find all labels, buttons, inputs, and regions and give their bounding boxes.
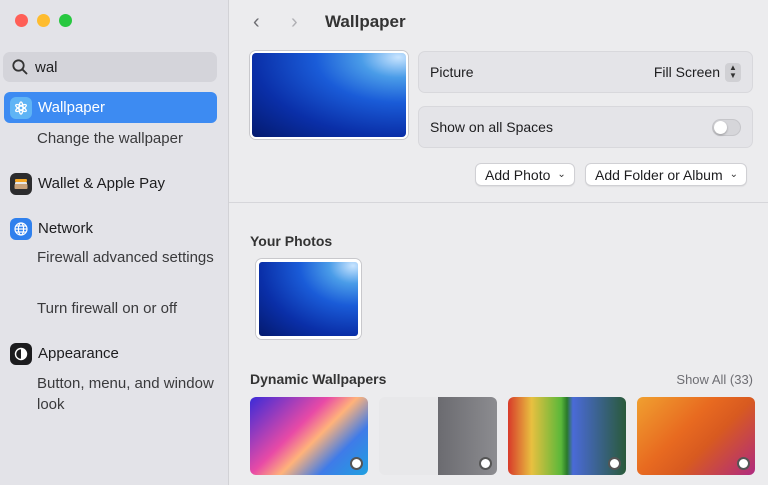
sidebar-subitem-change-wallpaper[interactable]: Change the wallpaper (37, 128, 217, 149)
dynamic-wallpaper-thumb[interactable] (508, 397, 626, 475)
photo-thumbnail[interactable] (256, 259, 361, 339)
sidebar-subitem-firewall-advanced[interactable]: Firewall advanced settings (37, 247, 217, 268)
back-button[interactable]: ‹ (253, 11, 260, 34)
forward-button[interactable]: › (291, 11, 298, 34)
add-folder-label: Add Folder or Album (595, 166, 723, 183)
sidebar-item-label: Appearance (38, 345, 119, 362)
spaces-setting-row: Show on all Spaces (418, 106, 753, 148)
main-content: ‹ › Wallpaper Picture Fill Screen ▲ ▼ Sho… (229, 0, 768, 485)
sidebar-subitem-button-menu-look[interactable]: Button, menu, and window look (37, 373, 217, 415)
page-title: Wallpaper (325, 12, 406, 31)
up-down-chevron-icon: ▲ ▼ (725, 62, 741, 82)
picture-label: Picture (430, 64, 474, 80)
sidebar-item-label: Wallet & Apple Pay (38, 175, 166, 192)
sidebar-item-network[interactable]: Network (4, 213, 217, 244)
minimize-window-button[interactable] (37, 14, 50, 27)
dynamic-wallpaper-thumb[interactable] (637, 397, 755, 475)
zoom-window-button[interactable] (59, 14, 72, 27)
dynamic-wallpaper-thumb[interactable] (250, 397, 368, 475)
wallpaper-image (252, 53, 406, 137)
appearance-icon (10, 342, 32, 365)
chevron-down-icon: ⌄ (557, 169, 566, 180)
dynamic-badge-icon (608, 457, 621, 470)
sidebar-item-wallet[interactable]: Wallet & Apple Pay (4, 168, 217, 199)
your-photos-title: Your Photos (250, 233, 333, 249)
sidebar-item-appearance[interactable]: Appearance (4, 338, 217, 369)
dynamic-badge-icon (479, 457, 492, 470)
sidebar-item-wallpaper[interactable]: Wallpaper (4, 92, 217, 123)
sidebar-subitem-firewall-toggle[interactable]: Turn firewall on or off (37, 298, 217, 319)
current-wallpaper-preview (250, 51, 408, 139)
toolbar: ‹ › Wallpaper (229, 0, 768, 44)
close-window-button[interactable] (15, 14, 28, 27)
add-photo-label: Add Photo (485, 166, 551, 183)
picture-fit-value: Fill Screen (653, 64, 720, 80)
sidebar-item-label: Network (38, 220, 94, 237)
show-on-all-spaces-toggle[interactable] (712, 118, 741, 136)
spaces-label: Show on all Spaces (430, 119, 553, 135)
wallpaper-icon (10, 96, 32, 119)
add-folder-button[interactable]: Add Folder or Album ⌄ (585, 163, 748, 186)
wallet-icon (10, 172, 32, 195)
dynamic-wallpapers-title: Dynamic Wallpapers (250, 371, 387, 387)
section-divider (229, 202, 768, 203)
search-field[interactable]: × (3, 52, 240, 82)
chevron-down-icon: ⌄ (729, 169, 739, 180)
search-icon (11, 58, 29, 76)
dynamic-wallpaper-thumb[interactable] (379, 397, 497, 475)
search-input[interactable] (35, 58, 234, 76)
picture-setting-row: Picture Fill Screen ▲ ▼ (418, 51, 753, 93)
window-controls (15, 14, 72, 27)
dynamic-badge-icon (737, 457, 750, 470)
dynamic-badge-icon (350, 457, 363, 470)
show-all-link[interactable]: Show All (33) (676, 372, 753, 387)
sidebar: × Wallpaper Change the wallpaper Wallet … (0, 0, 240, 485)
network-globe-icon (10, 217, 32, 240)
add-photo-button[interactable]: Add Photo ⌄ (475, 163, 575, 186)
toggle-knob (714, 120, 727, 134)
photo-image (259, 262, 358, 336)
sidebar-item-label: Wallpaper (38, 99, 105, 116)
picture-fit-popup[interactable]: Fill Screen ▲ ▼ (653, 62, 741, 82)
